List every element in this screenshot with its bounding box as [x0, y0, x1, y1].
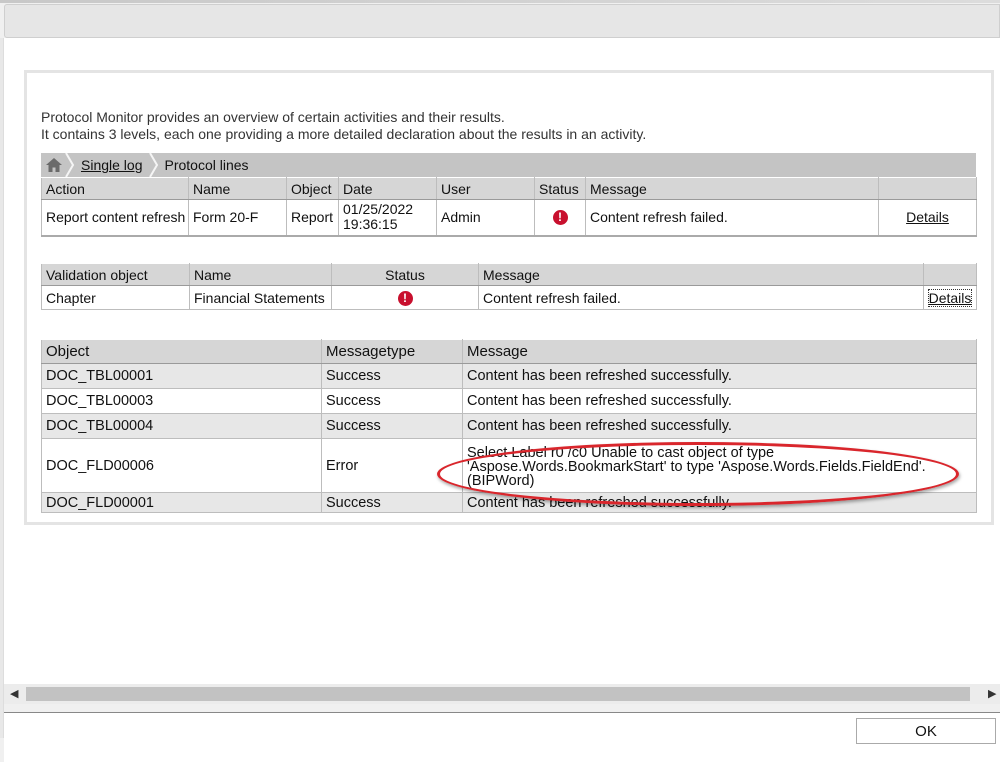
table-row: DOC_FLD00001 Success Content has been re… [41, 492, 977, 513]
table-row: DOC_TBL00001 Success Content has been re… [41, 363, 977, 389]
col-user: User [436, 177, 535, 200]
scroll-right-icon[interactable]: ▶ [988, 687, 996, 700]
lines-header-row: Object Messagetype Message [41, 339, 977, 364]
cell-name: Form 20-F [188, 199, 287, 236]
scroll-left-icon[interactable]: ◀ [10, 687, 18, 700]
cell-type: Error [321, 438, 463, 493]
breadcrumb-separator-icon [148, 153, 158, 177]
table-row: DOC_TBL00004 Success Content has been re… [41, 413, 977, 439]
breadcrumb-single-log[interactable]: Single log [75, 157, 149, 173]
cell-type: Success [321, 388, 463, 414]
cell-type: Success [321, 413, 463, 439]
cell-status: ! [331, 285, 479, 310]
cell-message: Content has been refreshed successfully. [462, 363, 977, 389]
cell-status: ! [534, 199, 586, 236]
col-details [878, 177, 977, 200]
time-value: 19:36:15 [343, 216, 398, 233]
col-status: Status [534, 177, 586, 200]
intro-text: Protocol Monitor provides an overview of… [41, 109, 646, 143]
error-icon: ! [552, 210, 568, 226]
cell-object: Chapter [41, 285, 190, 310]
col-messagetype: Messagetype [321, 339, 463, 364]
top-strip [0, 0, 1000, 3]
ok-button[interactable]: OK [856, 718, 996, 744]
home-icon[interactable] [43, 153, 65, 177]
cell-message: Content has been refreshed successfully. [462, 413, 977, 439]
error-icon: ! [397, 291, 413, 306]
table-row: Chapter Financial Statements ! Content r… [41, 285, 977, 310]
dialog-content: Protocol Monitor provides an overview of… [4, 38, 1000, 684]
cell-message: Content has been refreshed successfully. [462, 492, 977, 513]
cell-object: DOC_TBL00001 [41, 363, 322, 389]
cell-name: Financial Statements [189, 285, 332, 310]
cell-message: Content refresh failed. [585, 199, 879, 236]
details-link[interactable]: Details [927, 288, 973, 307]
col-object: Object [286, 177, 339, 200]
col-object: Object [41, 339, 322, 364]
breadcrumb: Single log Protocol lines [41, 153, 976, 177]
cell-details: Details [878, 199, 977, 236]
cell-object: DOC_TBL00003 [41, 388, 322, 414]
col-message: Message [462, 339, 977, 364]
dialog-title-bar [4, 4, 1000, 38]
cell-details: Details [923, 285, 977, 310]
table-row: DOC_FLD00006 Error Select Label r0 /c0 U… [41, 438, 977, 493]
col-action: Action [41, 177, 189, 200]
activity-table: Action Name Object Date User Status Mess… [41, 177, 977, 237]
cell-message: Content has been refreshed successfully. [462, 388, 977, 414]
col-details [923, 263, 977, 286]
col-name: Name [188, 177, 287, 200]
activity-header-row: Action Name Object Date User Status Mess… [41, 177, 977, 200]
cell-message: Content refresh failed. [478, 285, 924, 310]
cell-type: Success [321, 363, 463, 389]
cell-object: Report [286, 199, 339, 236]
cell-type: Success [321, 492, 463, 513]
validation-header-row: Validation object Name Status Message [41, 263, 977, 286]
col-status: Status [331, 263, 479, 286]
cell-object: DOC_TBL00004 [41, 413, 322, 439]
protocol-lines-table: Object Messagetype Message DOC_TBL00001 … [41, 339, 977, 513]
cell-message: Select Label r0 /c0 Unable to cast objec… [462, 438, 977, 493]
protocol-monitor-panel: Protocol Monitor provides an overview of… [24, 70, 994, 525]
cell-date: 01/25/2022 19:36:15 [338, 199, 437, 236]
cell-user: Admin [436, 199, 535, 236]
dialog-footer: OK [4, 712, 1000, 762]
cell-action: Report content refresh [41, 199, 189, 236]
breadcrumb-separator-icon [65, 153, 75, 177]
intro-line-1: Protocol Monitor provides an overview of… [41, 109, 505, 125]
breadcrumb-protocol-lines: Protocol lines [164, 157, 249, 173]
col-date: Date [338, 177, 437, 200]
col-message: Message [478, 263, 924, 286]
col-name: Name [189, 263, 332, 286]
intro-line-2: It contains 3 levels, each one providing… [41, 126, 647, 142]
cell-object: DOC_FLD00001 [41, 492, 322, 513]
table-row: DOC_TBL00003 Success Content has been re… [41, 388, 977, 414]
details-link[interactable]: Details [906, 209, 949, 225]
date-value: 01/25/2022 [343, 201, 414, 218]
scrollbar-thumb[interactable] [26, 687, 970, 701]
table-row: Report content refresh Form 20-F Report … [41, 199, 977, 236]
col-validation-object: Validation object [41, 263, 190, 286]
col-message: Message [585, 177, 879, 200]
horizontal-scrollbar[interactable]: ◀ ▶ [4, 684, 1000, 704]
validation-table: Validation object Name Status Message Ch… [41, 263, 977, 310]
cell-object: DOC_FLD00006 [41, 438, 322, 493]
